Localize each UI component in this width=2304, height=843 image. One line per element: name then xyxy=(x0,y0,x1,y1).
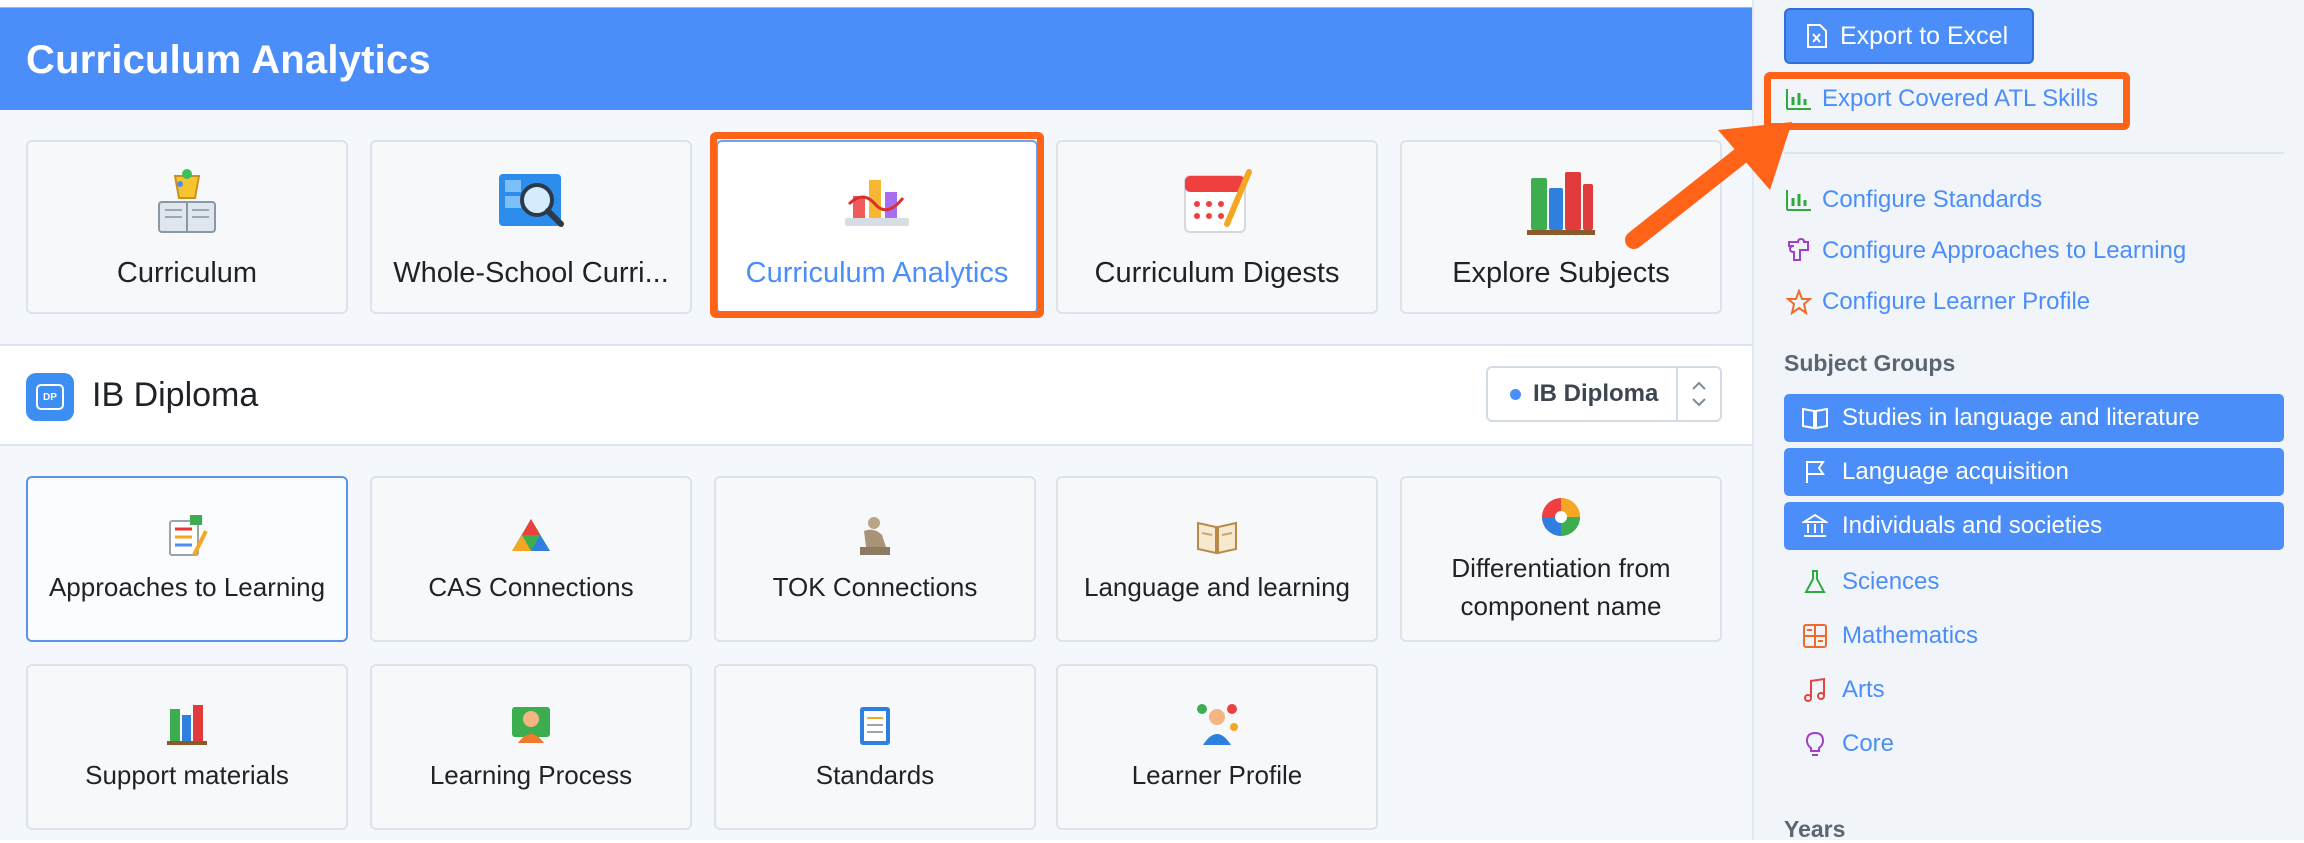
calculator-icon xyxy=(1800,621,1830,651)
subject-group-sciences[interactable]: Sciences xyxy=(1784,558,2284,606)
tile-label: TOK Connections xyxy=(772,571,978,602)
configure-standards-link[interactable]: Configure Standards xyxy=(1784,185,2042,215)
tile-learning-process[interactable]: Learning Process xyxy=(370,664,692,830)
calendar-icon xyxy=(1179,164,1255,245)
header-bar: Curriculum Analytics xyxy=(0,7,1752,111)
music-note-icon xyxy=(1800,675,1830,705)
magnifier-window-icon xyxy=(493,164,569,245)
configure-standards-label: Configure Standards xyxy=(1822,186,2043,213)
top-tiles: Curriculum Whole-School Curri... Curricu… xyxy=(0,110,1752,346)
subject-group-arts[interactable]: Arts xyxy=(1784,666,2284,714)
tile-label: Whole-School Curri... xyxy=(393,257,669,289)
tile-label: Differentiation from component name xyxy=(1451,552,1671,621)
tile-label: Explore Subjects xyxy=(1452,257,1670,289)
programme-title: IB Diploma xyxy=(92,376,259,414)
clipboard-icon xyxy=(852,701,898,752)
main-area: Curriculum Analytics Curriculum Whole-Sc… xyxy=(0,0,1752,840)
configure-learner-profile-link[interactable]: Configure Learner Profile xyxy=(1784,287,2090,317)
export-covered-atl-skills-link[interactable]: Export Covered ATL Skills xyxy=(1784,84,2098,114)
star-icon xyxy=(1784,287,1814,317)
book-icon xyxy=(1800,403,1830,433)
annotation-arrow xyxy=(1625,122,1792,249)
books-icon xyxy=(1523,164,1599,245)
subject-group-label: Studies in language and literature xyxy=(1842,404,2200,431)
color-wheel-icon xyxy=(1538,494,1584,545)
flag-icon xyxy=(1800,457,1830,487)
bank-icon xyxy=(1800,511,1830,541)
export-to-excel-button[interactable]: Export to Excel xyxy=(1784,8,2034,64)
bar-chart-icon xyxy=(839,164,915,245)
tile-label: Learning Process xyxy=(429,759,633,790)
tile-label: Curriculum xyxy=(116,257,258,289)
subject-group-core[interactable]: Core xyxy=(1784,720,2284,768)
dp-badge-text: DP xyxy=(36,384,64,410)
years-heading: Years xyxy=(1784,816,1846,842)
learner-person-icon xyxy=(1194,701,1240,752)
subject-group-label: Arts xyxy=(1842,676,1885,703)
subject-group-label: Mathematics xyxy=(1842,622,1979,649)
programme-tiles: Approaches to Learning CAS Connections T… xyxy=(0,446,1752,840)
tile-curriculum-analytics[interactable]: Curriculum Analytics xyxy=(716,140,1038,314)
subject-group-label: Core xyxy=(1842,730,1895,757)
programme-select[interactable]: IB Diploma xyxy=(1486,366,1722,422)
status-dot xyxy=(1510,388,1521,400)
tile-label: Curriculum Digests xyxy=(1094,257,1340,289)
tile-label: Language and learning xyxy=(1083,571,1351,602)
tile-curriculum[interactable]: Curriculum xyxy=(26,140,348,314)
flask-icon xyxy=(1800,567,1830,597)
tile-label: CAS Connections xyxy=(428,571,634,602)
excel-file-icon xyxy=(1806,23,1828,49)
subject-group-individuals-societies[interactable]: Individuals and societies xyxy=(1784,502,2284,550)
lightbulb-icon xyxy=(1800,729,1830,759)
select-stepper[interactable] xyxy=(1676,368,1720,420)
tile-tok-connections[interactable]: TOK Connections xyxy=(714,476,1036,642)
programme-select-value: IB Diploma xyxy=(1533,380,1659,407)
configure-approaches-label: Configure Approaches to Learning xyxy=(1822,237,2187,264)
tile-cas-connections[interactable]: CAS Connections xyxy=(370,476,692,642)
export-covered-atl-skills-label: Export Covered ATL Skills xyxy=(1822,85,2099,112)
tile-differentiation[interactable]: Differentiation from component name xyxy=(1400,476,1722,642)
configure-learner-profile-label: Configure Learner Profile xyxy=(1822,288,2091,315)
books-icon xyxy=(164,701,210,752)
subject-group-label: Sciences xyxy=(1842,568,1940,595)
curriculum-book-icon xyxy=(149,164,225,245)
person-board-icon xyxy=(508,701,554,752)
subject-group-label: Individuals and societies xyxy=(1842,512,2103,539)
cas-triangle-icon xyxy=(508,513,554,564)
divider xyxy=(1784,152,2284,154)
tile-label: Curriculum Analytics xyxy=(745,257,1009,289)
tile-curriculum-digests[interactable]: Curriculum Digests xyxy=(1056,140,1378,314)
chevron-down-icon xyxy=(1692,398,1706,407)
tile-label: Support materials xyxy=(85,759,289,790)
page-title: Curriculum Analytics xyxy=(26,38,431,82)
thinker-statue-icon xyxy=(852,513,898,564)
tile-standards[interactable]: Standards xyxy=(714,664,1036,830)
subject-group-mathematics[interactable]: Mathematics xyxy=(1784,612,2284,660)
dp-badge: DP xyxy=(26,373,74,421)
tile-label: Standards xyxy=(815,759,935,790)
tile-language-and-learning[interactable]: Language and learning xyxy=(1056,476,1378,642)
export-to-excel-label: Export to Excel xyxy=(1840,21,2009,50)
tile-learner-profile[interactable]: Learner Profile xyxy=(1056,664,1378,830)
checklist-pencil-icon xyxy=(164,513,210,564)
subject-group-language-literature[interactable]: Studies in language and literature xyxy=(1784,394,2284,442)
subject-groups-heading: Subject Groups xyxy=(1784,350,1956,376)
subject-group-label: Language acquisition xyxy=(1842,458,2069,485)
open-book-icon xyxy=(1194,513,1240,564)
tile-label: Learner Profile xyxy=(1131,759,1303,790)
configure-approaches-link[interactable]: Configure Approaches to Learning xyxy=(1784,236,2186,266)
programme-row: DP IB Diploma IB Diploma xyxy=(0,346,1752,446)
subject-group-language-acquisition[interactable]: Language acquisition xyxy=(1784,448,2284,496)
tile-approaches-to-learning[interactable]: Approaches to Learning xyxy=(26,476,348,642)
sidebar: Export to Excel Export Covered ATL Skill… xyxy=(1752,0,2304,842)
tile-whole-school-curriculum[interactable]: Whole-School Curri... xyxy=(370,140,692,314)
tile-support-materials[interactable]: Support materials xyxy=(26,664,348,830)
chevron-up-icon xyxy=(1692,381,1706,390)
tile-label: Approaches to Learning xyxy=(48,571,326,602)
